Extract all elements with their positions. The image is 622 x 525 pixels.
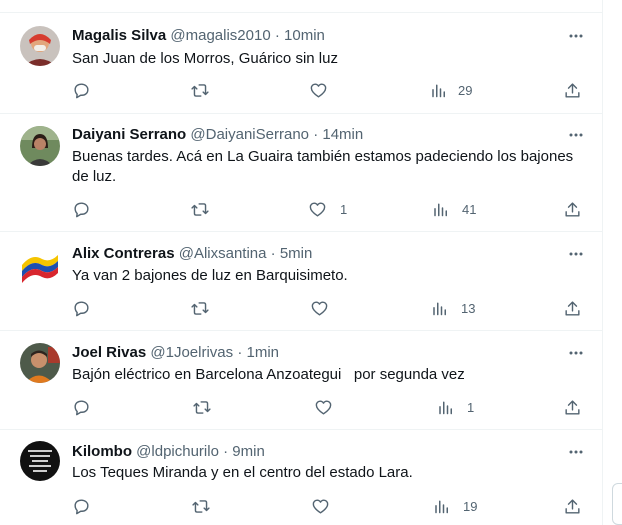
retweet-button[interactable] xyxy=(190,199,210,219)
tweet-header: Magalis Silva @magalis2010 · 10min xyxy=(72,26,325,46)
retweet-button[interactable] xyxy=(191,496,211,516)
reply-icon xyxy=(74,498,89,514)
views-icon xyxy=(439,401,452,414)
tweet-time[interactable]: · 14min xyxy=(313,126,363,143)
tweet-header: Kilombo @ldpichurilo · 9min xyxy=(72,442,265,462)
views-icon xyxy=(434,203,447,216)
views-button[interactable]: 29 xyxy=(430,80,472,100)
tweet-time[interactable]: · 10min xyxy=(275,27,325,44)
reply-icon xyxy=(74,201,89,217)
author-name[interactable]: Magalis Silva xyxy=(72,27,166,44)
view-count: 1 xyxy=(467,399,475,415)
more-icon[interactable] xyxy=(566,125,586,145)
views-button[interactable]: 1 xyxy=(437,397,474,417)
tweet[interactable]: Joel Rivas @1Joelrivas · 1min Bajón eléc… xyxy=(0,331,603,430)
reply-button[interactable] xyxy=(72,397,91,417)
avatar[interactable] xyxy=(20,343,60,383)
share-button[interactable] xyxy=(563,199,582,219)
like-button[interactable] xyxy=(309,80,338,100)
retweet-button[interactable] xyxy=(192,397,212,417)
like-button[interactable] xyxy=(314,397,343,417)
tweet-text: Los Teques Miranda y en el centro del es… xyxy=(72,464,413,481)
avatar[interactable] xyxy=(20,245,60,285)
reply-button[interactable] xyxy=(72,199,91,219)
like-count: 1 xyxy=(340,201,348,217)
like-icon xyxy=(315,399,332,415)
avatar[interactable] xyxy=(20,126,60,166)
view-count: 41 xyxy=(462,201,477,217)
share-button[interactable] xyxy=(563,298,582,318)
tweet-time[interactable]: · 9min xyxy=(223,443,265,460)
tweet-header: Alix Contreras @Alixsantina · 5min xyxy=(72,244,312,264)
author-handle[interactable]: @magalis2010 xyxy=(170,27,270,44)
reply-icon xyxy=(74,82,89,98)
share-button[interactable] xyxy=(563,496,582,516)
like-button[interactable] xyxy=(311,496,340,516)
like-button[interactable]: 1 xyxy=(308,199,347,219)
tweet-header: Joel Rivas @1Joelrivas · 1min xyxy=(72,343,279,363)
tweet-text: Bajón eléctrico en Barcelona Anzoategui … xyxy=(72,366,465,383)
tweet[interactable]: Daiyani Serrano @DaiyaniSerrano · 14min … xyxy=(0,114,603,232)
like-icon xyxy=(311,300,328,316)
view-count: 13 xyxy=(461,300,476,316)
avatar[interactable] xyxy=(20,441,60,481)
share-icon xyxy=(565,300,580,316)
tweet[interactable]: Magalis Silva @magalis2010 · 10min San J… xyxy=(0,13,603,114)
view-count: 29 xyxy=(458,82,473,98)
retweet-icon xyxy=(191,83,209,97)
retweet-icon xyxy=(191,301,209,315)
views-button[interactable]: 41 xyxy=(432,199,476,219)
reply-button[interactable] xyxy=(72,496,91,516)
tweet[interactable]: Alix Contreras @Alixsantina · 5min Ya va… xyxy=(0,232,603,331)
tweet-text: Buenas tardes. Acá en La Guaira también … xyxy=(72,148,574,185)
author-handle[interactable]: @ldpichurilo xyxy=(136,443,219,460)
retweet-button[interactable] xyxy=(190,80,210,100)
share-icon xyxy=(565,399,580,415)
reply-button[interactable] xyxy=(72,298,91,318)
like-icon xyxy=(310,82,327,98)
tweet-time[interactable]: · 5min xyxy=(271,245,313,262)
views-button[interactable]: 19 xyxy=(433,496,477,516)
avatar[interactable] xyxy=(20,26,60,66)
retweet-button[interactable] xyxy=(190,298,210,318)
view-count: 19 xyxy=(463,498,478,514)
retweet-icon xyxy=(193,400,211,414)
views-icon xyxy=(435,500,448,513)
tweet-header: Daiyani Serrano @DaiyaniSerrano · 14min xyxy=(72,125,363,145)
author-handle[interactable]: @DaiyaniSerrano xyxy=(190,126,309,143)
share-button[interactable] xyxy=(563,397,582,417)
author-name[interactable]: Alix Contreras xyxy=(72,245,175,262)
more-icon[interactable] xyxy=(566,343,586,363)
more-icon[interactable] xyxy=(566,26,586,46)
reply-icon xyxy=(74,399,89,415)
tweet[interactable]: Kilombo @ldpichurilo · 9min Los Teques M… xyxy=(0,430,603,525)
share-icon xyxy=(565,201,580,217)
views-icon xyxy=(432,84,445,97)
scroll-to-top-button[interactable] xyxy=(612,483,622,525)
views-button[interactable]: 13 xyxy=(431,298,475,318)
retweet-icon xyxy=(191,202,209,216)
tweet-text: San Juan de los Morros, Guárico sin luz xyxy=(72,50,338,67)
reply-button[interactable] xyxy=(72,80,91,100)
retweet-icon xyxy=(192,499,210,513)
author-name[interactable]: Daiyani Serrano xyxy=(72,126,186,143)
share-icon xyxy=(565,82,580,98)
like-icon xyxy=(312,498,329,514)
like-button[interactable] xyxy=(310,298,339,318)
author-name[interactable]: Kilombo xyxy=(72,443,132,460)
share-icon xyxy=(565,498,580,514)
author-handle[interactable]: @Alixsantina xyxy=(179,245,267,262)
views-icon xyxy=(433,302,446,315)
author-name[interactable]: Joel Rivas xyxy=(72,344,146,361)
share-button[interactable] xyxy=(563,80,582,100)
more-icon[interactable] xyxy=(566,244,586,264)
tweet-time[interactable]: · 1min xyxy=(237,344,279,361)
like-icon xyxy=(309,201,326,217)
more-icon[interactable] xyxy=(566,442,586,462)
tweet-text: Ya van 2 bajones de luz en Barquisimeto. xyxy=(72,267,348,284)
timeline-feed: Magalis Silva @magalis2010 · 10min San J… xyxy=(0,0,603,525)
reply-icon xyxy=(74,300,89,316)
author-handle[interactable]: @1Joelrivas xyxy=(150,344,233,361)
